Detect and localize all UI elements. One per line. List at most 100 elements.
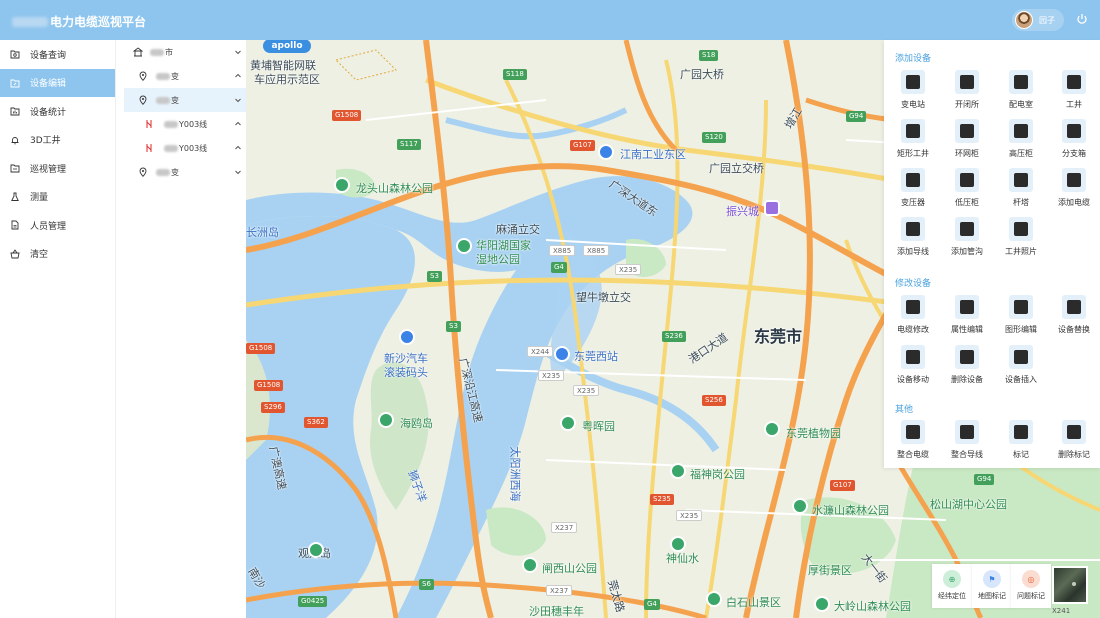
app-title: 电力电缆巡视平台: [12, 13, 146, 30]
chevron-up-icon[interactable]: [234, 72, 242, 80]
tool-substation-button[interactable]: 变电站: [886, 70, 940, 118]
tree-node-station-selected[interactable]: 变: [124, 88, 250, 112]
map-poi-icon[interactable]: [554, 346, 570, 362]
tool-cable-button[interactable]: 添加电缆: [1047, 168, 1100, 216]
chevron-down-icon[interactable]: [234, 168, 242, 176]
map-poi-icon[interactable]: [764, 421, 780, 437]
tool-copy-button[interactable]: 属性编辑: [940, 295, 994, 343]
tower-icon-glyph: [1014, 173, 1028, 187]
map-poi-icon[interactable]: [308, 542, 324, 558]
tree-node-station[interactable]: 变: [124, 64, 250, 88]
tool-distribution-room-button[interactable]: 配电室: [994, 70, 1048, 118]
tool-lv-cabinet-button[interactable]: 低压柜: [940, 168, 994, 216]
flask-icon: [10, 192, 20, 202]
map-label: 水濂山森林公园: [812, 504, 889, 517]
tool-switch-station-button[interactable]: 开闭所: [940, 70, 994, 118]
sidebar-item-patrol[interactable]: 巡视管理: [0, 154, 115, 183]
sidebar-item-measure[interactable]: 测量: [0, 183, 115, 212]
map-poi-icon[interactable]: [399, 329, 415, 345]
chevron-up-icon[interactable]: [234, 120, 242, 128]
tool-insert-button[interactable]: 设备插入: [994, 345, 1048, 393]
map-poi-icon[interactable]: [378, 412, 394, 428]
tool-tag-button[interactable]: 标记: [994, 420, 1048, 468]
transformer-icon: [901, 168, 925, 192]
map-label: 振兴城: [726, 205, 759, 218]
tool-merge-wire-button[interactable]: 整合导线: [940, 420, 994, 468]
tool-branch-box-button[interactable]: 分支箱: [1047, 119, 1100, 167]
sidebar-item-label: 测量: [30, 193, 49, 204]
sidebar-item-device-query[interactable]: 设备查询: [0, 40, 115, 69]
map-poi-icon[interactable]: [670, 463, 686, 479]
tree-node-label: 变: [171, 167, 179, 177]
cable-icon: [1062, 168, 1086, 192]
chevron-up-icon[interactable]: [234, 144, 242, 152]
map-label: 广园大桥: [680, 68, 724, 81]
tool-label: 开闭所: [955, 100, 979, 109]
cable-icon-glyph: [1067, 173, 1081, 187]
sidebar-item-device-edit[interactable]: 设备编辑: [0, 68, 115, 97]
map-poi-icon[interactable]: [522, 557, 538, 573]
redacted-text: [150, 48, 164, 56]
sidebar-item-clear[interactable]: 清空: [0, 240, 115, 269]
tool-label: 矩形工井: [897, 149, 929, 158]
chevron-down-icon[interactable]: [234, 48, 242, 56]
sidebar-item-personnel[interactable]: 人员管理: [0, 211, 115, 240]
map-poi-icon[interactable]: [598, 144, 614, 160]
tag-icon: [1009, 420, 1033, 444]
tool-wire-button[interactable]: 添加导线: [886, 217, 940, 265]
tool-pen-button[interactable]: 电缆修改: [886, 295, 940, 343]
sidebar-item-device-stats[interactable]: 设备统计: [0, 97, 115, 126]
tool-hv-cabinet-button[interactable]: 高压柜: [994, 119, 1048, 167]
apollo-logo: apollo: [263, 40, 311, 53]
chevron-down-icon[interactable]: [234, 96, 242, 104]
map-label: 闸西山公园: [542, 562, 597, 575]
tool-trench-button[interactable]: 添加管沟: [940, 217, 994, 265]
well-icon-glyph: [1067, 75, 1081, 89]
merge-wire-icon: [955, 420, 979, 444]
locate-button[interactable]: ⊕ 经纬定位: [932, 564, 972, 608]
substation-icon-glyph: [906, 75, 920, 89]
tool-tag-delete-button[interactable]: 删除标记: [1047, 420, 1100, 468]
sidebar-item-label: 人员管理: [30, 221, 67, 232]
merge-cable-icon-glyph: [906, 425, 920, 439]
tool-rect-well-button[interactable]: 矩形工井: [886, 119, 940, 167]
sidebar-item-3d-well[interactable]: 3D工井: [0, 126, 115, 155]
merge-cable-icon: [901, 420, 925, 444]
app-header: 电力电缆巡视平台 园子: [0, 0, 1100, 40]
tool-well-button[interactable]: 工井: [1047, 70, 1100, 118]
map-poi-icon[interactable]: [456, 238, 472, 254]
power-icon[interactable]: [1076, 13, 1088, 25]
tool-phone-move-button[interactable]: 设备移动: [886, 345, 940, 393]
tree-node-line[interactable]: Y003线: [124, 136, 250, 160]
map-poi-icon[interactable]: [334, 177, 350, 193]
sidebar-item-label: 设备查询: [30, 50, 67, 61]
road-shield: S362: [304, 417, 328, 428]
tool-tower-button[interactable]: 杆塔: [994, 168, 1048, 216]
map-poi-icon[interactable]: [764, 200, 780, 216]
map-poi-icon[interactable]: [560, 415, 576, 431]
map-poi-icon[interactable]: [706, 591, 722, 607]
satellite-layer-toggle[interactable]: [1052, 566, 1088, 604]
app-title-text: 电力电缆巡视平台: [50, 15, 147, 29]
tool-photo-button[interactable]: 工井照片: [994, 217, 1048, 265]
map-poi-icon[interactable]: [814, 596, 830, 612]
tree-node-station[interactable]: 变: [124, 160, 250, 184]
tool-swap-button[interactable]: 设备替换: [1047, 295, 1100, 343]
map-label: 麻涌立交: [496, 223, 540, 236]
user-menu[interactable]: 园子: [1012, 9, 1064, 31]
map-label: 神仙水: [666, 552, 699, 565]
tree-node-city[interactable]: 市: [124, 40, 250, 64]
tool-delete-button[interactable]: 删除设备: [940, 345, 994, 393]
tree-node-line[interactable]: Y003线: [124, 112, 250, 136]
section-title-modify: 修改设备: [895, 279, 932, 289]
tool-ring-cabinet-button[interactable]: 环网柜: [940, 119, 994, 167]
map-poi-icon[interactable]: [792, 498, 808, 514]
road-shield: X235: [538, 370, 565, 381]
tool-transformer-button[interactable]: 变压器: [886, 168, 940, 216]
map-mark-button[interactable]: ⚑ 地图标记: [972, 564, 1012, 608]
tool-shapes-button[interactable]: 图形编辑: [994, 295, 1048, 343]
tool-label: 删除标记: [1058, 450, 1090, 459]
redacted-text: [164, 120, 178, 128]
issue-mark-button[interactable]: ◎ 问题标记: [1011, 564, 1051, 608]
tool-merge-cable-button[interactable]: 整合电缆: [886, 420, 940, 468]
